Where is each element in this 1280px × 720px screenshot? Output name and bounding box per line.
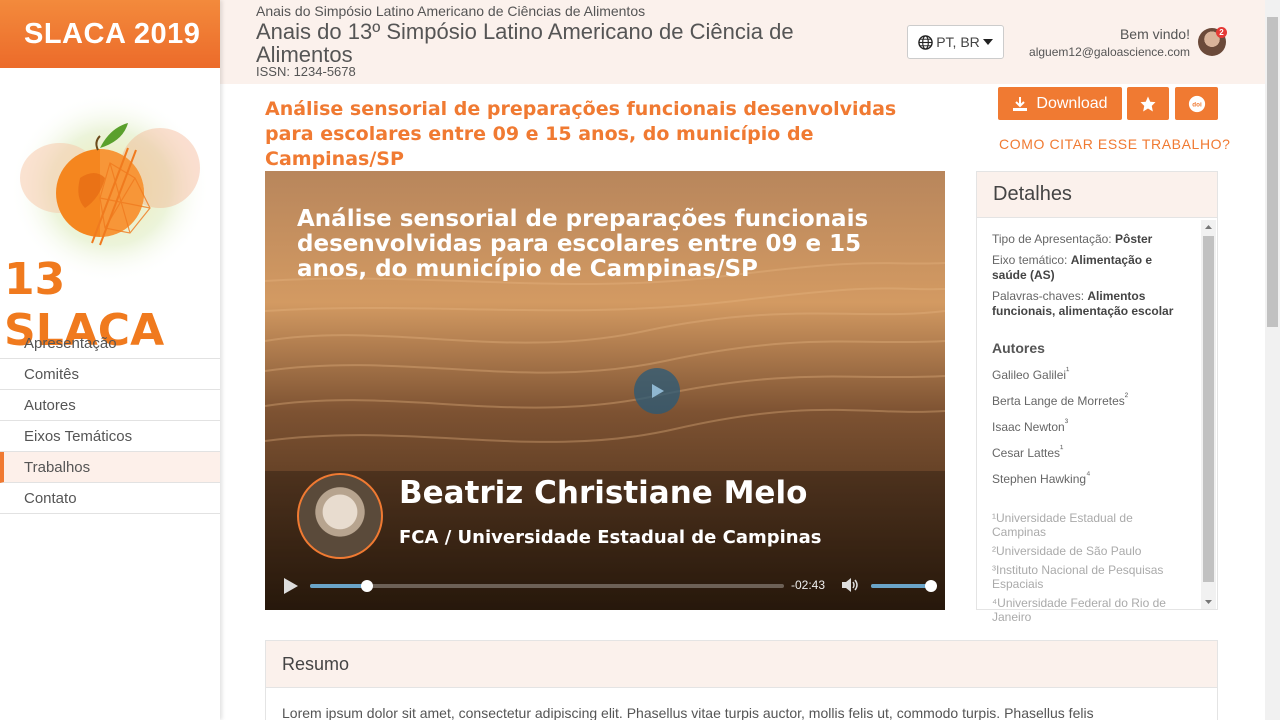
- details-scrollbar-thumb[interactable]: [1203, 236, 1214, 582]
- author-name: Berta Lange de Morretes: [992, 394, 1125, 408]
- brand-title[interactable]: SLACA 2019: [0, 0, 220, 68]
- affiliation-item: ⁴Universidade Federal do Rio de Janeiro: [992, 596, 1166, 624]
- video-player[interactable]: Análise sensorial de preparações funcion…: [265, 171, 945, 610]
- volume-icon: [842, 578, 858, 592]
- header: Anais do Simpósio Latino Americano de Ci…: [220, 0, 1265, 84]
- sidebar-item-apresentacao[interactable]: Apresentação: [0, 328, 220, 359]
- author-sup: ¹: [1060, 444, 1064, 455]
- play-overlay-button[interactable]: [634, 368, 680, 414]
- presentation-type-value: Pôster: [1114, 232, 1153, 246]
- video-title: Análise sensorial de preparações funcion…: [297, 206, 869, 282]
- welcome-text: Bem vindo!: [1119, 26, 1190, 42]
- keywords: Palavras-chaves: Alimentos funcionais, a…: [992, 289, 1187, 319]
- sidebar-item-trabalhos[interactable]: Trabalhos: [0, 452, 220, 483]
- author-item[interactable]: Berta Lange de Morretes²: [992, 390, 1187, 409]
- volume-slider[interactable]: [871, 580, 937, 592]
- author-sup: ³: [1064, 418, 1069, 429]
- affiliations-list: ¹Universidade Estadual de Campinas ²Univ…: [992, 511, 1187, 624]
- mute-button[interactable]: [841, 576, 859, 599]
- author-item[interactable]: Isaac Newton³: [992, 416, 1187, 435]
- progress-bar[interactable]: [310, 580, 784, 592]
- affiliation-item: ¹Universidade Estadual de Campinas: [992, 511, 1133, 539]
- authors-heading: Autores: [992, 340, 1045, 356]
- doi-button[interactable]: doi: [1175, 87, 1218, 120]
- details-panel: Detalhes Tipo de Apresentação: Pôster Ei…: [976, 171, 1218, 624]
- video-controls: -02:43: [265, 571, 945, 601]
- abstract-heading: Resumo: [266, 641, 1217, 688]
- author-name: Cesar Lattes: [992, 446, 1061, 460]
- speaker-photo: [297, 473, 383, 559]
- header-subtitle: Anais do Simpósio Latino Americano de Ci…: [256, 3, 646, 19]
- notification-badge[interactable]: 2: [1216, 27, 1227, 38]
- paper-title: Análise sensorial de preparações funcion…: [265, 98, 897, 170]
- author-item[interactable]: Galileo Galilei¹: [992, 364, 1187, 383]
- page-title: Anais do 13º Simpósio Latino Americano d…: [256, 19, 794, 67]
- progress-knob[interactable]: [360, 580, 373, 592]
- user-info: Bem vindo! alguem12@galoascience.com: [1029, 26, 1190, 59]
- sidebar-item-contato[interactable]: Contato: [0, 483, 220, 514]
- affiliation-item: ³Instituto Nacional de Pesquisas Espacia…: [992, 563, 1164, 591]
- star-icon: [1140, 96, 1156, 111]
- author-item[interactable]: Cesar Lattes¹: [992, 442, 1187, 461]
- details-heading: Detalhes: [977, 172, 1217, 218]
- scroll-down-icon[interactable]: [1201, 595, 1216, 609]
- page-scrollbar[interactable]: [1265, 0, 1280, 720]
- doi-icon: doi: [1188, 95, 1205, 112]
- volume-knob[interactable]: [925, 580, 937, 592]
- download-button[interactable]: Download: [998, 87, 1122, 120]
- details-body: Tipo de Apresentação: Pôster Eixo temáti…: [992, 232, 1187, 629]
- language-selector[interactable]: PT, BR: [907, 25, 1004, 59]
- play-button[interactable]: [283, 577, 299, 600]
- author-name: Galileo Galilei: [992, 368, 1067, 382]
- author-item[interactable]: Stephen Hawking⁴: [992, 468, 1187, 487]
- presentation-type: Tipo de Apresentação: Pôster: [992, 232, 1187, 247]
- globe-icon: [918, 34, 933, 50]
- sidebar-item-autores[interactable]: Autores: [0, 390, 220, 421]
- progress-fill: [310, 584, 367, 588]
- author-sup: ²: [1124, 392, 1129, 403]
- issn-label: ISSN: 1234-5678: [256, 64, 356, 79]
- event-logo: 13 SLACA: [0, 68, 220, 356]
- time-remaining: -02:43: [791, 578, 826, 592]
- caret-down-icon: [982, 39, 993, 45]
- author-name: Stephen Hawking: [992, 472, 1087, 486]
- scroll-up-icon[interactable]: [1201, 220, 1216, 234]
- thematic-axis: Eixo temático: Alimentação e saúde (AS): [992, 253, 1187, 283]
- author-sup: ¹: [1066, 366, 1070, 377]
- author-name: Isaac Newton: [992, 420, 1065, 434]
- sidebar-nav: Apresentação Comitês Autores Eixos Temát…: [0, 328, 220, 514]
- play-icon: [284, 578, 298, 594]
- sidebar-item-comites[interactable]: Comitês: [0, 359, 220, 390]
- author-sup: ⁴: [1086, 470, 1091, 481]
- user-email: alguem12@galoascience.com: [1029, 45, 1190, 59]
- abstract-text: Lorem ipsum dolor sit amet, consectetur …: [282, 705, 1094, 720]
- speaker-affiliation: FCA / Universidade Estadual de Campinas: [399, 527, 822, 548]
- favorite-button[interactable]: [1127, 87, 1169, 120]
- speaker-name: Beatriz Christiane Melo: [399, 475, 808, 511]
- details-scrollbar[interactable]: [1201, 220, 1216, 609]
- presentation-type-label: Tipo de Apresentação:: [992, 232, 1112, 246]
- play-icon: [652, 384, 664, 398]
- download-label: Download: [1036, 94, 1108, 112]
- sidebar: SLACA 2019 13 SLACA Apresentação Comitês…: [0, 0, 220, 720]
- page-scrollbar-thumb[interactable]: [1267, 17, 1278, 327]
- sidebar-item-eixos-tematicos[interactable]: Eixos Temáticos: [0, 421, 220, 452]
- download-icon: [1013, 96, 1028, 111]
- keywords-label: Palavras-chaves:: [992, 289, 1085, 303]
- affiliation-item: ²Universidade de São Paulo: [992, 544, 1142, 558]
- cite-link[interactable]: COMO CITAR ESSE TRABALHO?: [999, 136, 1231, 152]
- volume-fill: [871, 584, 931, 588]
- abstract-panel: Resumo Lorem ipsum dolor sit amet, conse…: [265, 640, 1218, 720]
- thematic-axis-label: Eixo temático:: [992, 253, 1068, 267]
- language-label: PT, BR: [936, 34, 980, 50]
- doi-icon-text: doi: [1192, 101, 1202, 108]
